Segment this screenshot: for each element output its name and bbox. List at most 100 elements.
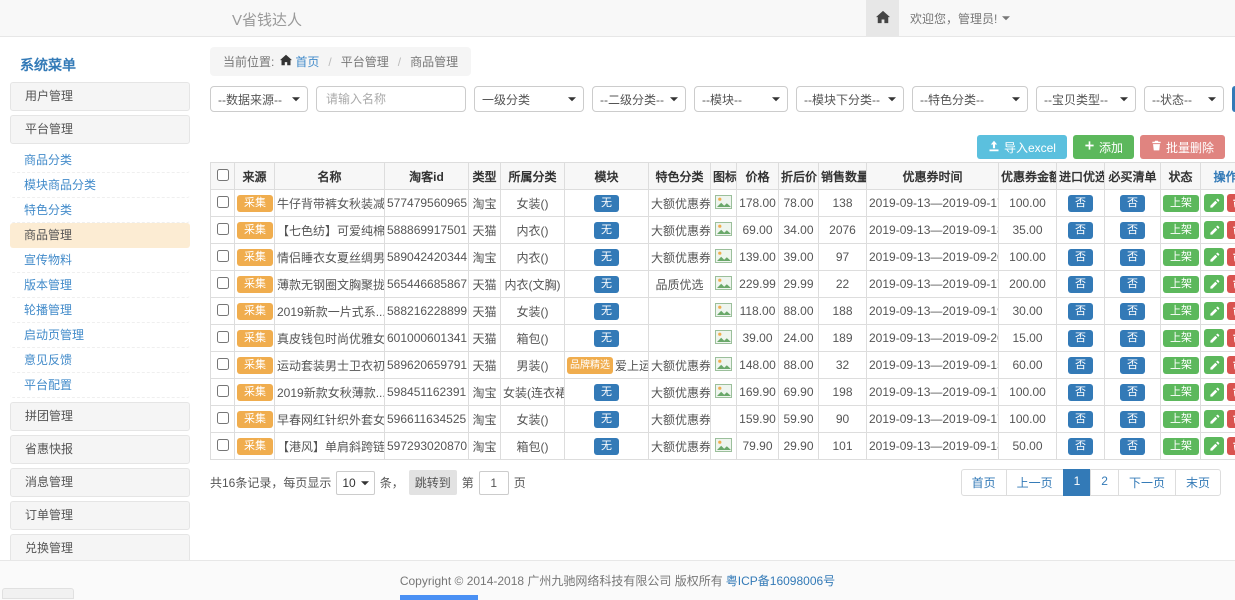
status-badge[interactable]: 上架 (1163, 330, 1199, 347)
must-buy-toggle[interactable]: 否 (1120, 330, 1145, 347)
status-badge[interactable]: 上架 (1163, 411, 1199, 428)
page-button-上一页[interactable]: 上一页 (1006, 469, 1064, 496)
edit-button[interactable] (1204, 221, 1224, 239)
import-select-toggle[interactable]: 否 (1068, 411, 1093, 428)
must-buy-toggle[interactable]: 否 (1120, 438, 1145, 455)
sidebar-item-版本管理[interactable]: 版本管理 (10, 273, 190, 298)
status-badge[interactable]: 上架 (1163, 438, 1199, 455)
module-select[interactable]: --模块-- (694, 86, 788, 112)
status-badge[interactable]: 上架 (1163, 195, 1199, 212)
delete-button[interactable] (1227, 302, 1235, 320)
delete-button[interactable] (1227, 275, 1235, 293)
status-select[interactable]: --状态-- (1144, 86, 1224, 112)
row-checkbox[interactable] (217, 439, 229, 451)
row-checkbox[interactable] (217, 412, 229, 424)
sidebar-item-启动页管理[interactable]: 启动页管理 (10, 323, 190, 348)
row-checkbox[interactable] (217, 250, 229, 262)
must-buy-toggle[interactable]: 否 (1120, 276, 1145, 293)
sidebar-item-平台管理[interactable]: 平台管理 (10, 115, 190, 144)
module-subcategory-select[interactable]: --模块下分类-- (796, 86, 904, 112)
must-buy-toggle[interactable]: 否 (1120, 384, 1145, 401)
import-select-toggle[interactable]: 否 (1068, 330, 1093, 347)
edit-button[interactable] (1204, 248, 1224, 266)
page-button-下一页[interactable]: 下一页 (1118, 469, 1176, 496)
must-buy-toggle[interactable]: 否 (1120, 357, 1145, 374)
status-badge[interactable]: 上架 (1163, 222, 1199, 239)
delete-button[interactable] (1227, 194, 1235, 212)
sidebar-item-宣传物料[interactable]: 宣传物料 (10, 248, 190, 273)
page-button-2[interactable]: 2 (1090, 469, 1119, 496)
status-badge[interactable]: 上架 (1163, 303, 1199, 320)
delete-button[interactable] (1227, 329, 1235, 347)
edit-button[interactable] (1204, 383, 1224, 401)
delete-button[interactable] (1227, 356, 1235, 374)
data-source-select[interactable]: --数据来源-- (210, 86, 308, 112)
add-button[interactable]: 添加 (1073, 135, 1134, 159)
batch-delete-button[interactable]: 批量删除 (1140, 135, 1225, 159)
icp-link[interactable]: 粤ICP备16098006号 (726, 572, 835, 589)
select-all-checkbox[interactable] (217, 169, 229, 181)
import-select-toggle[interactable]: 否 (1068, 276, 1093, 293)
sidebar-item-轮播管理[interactable]: 轮播管理 (10, 298, 190, 323)
import-select-toggle[interactable]: 否 (1068, 303, 1093, 320)
import-select-toggle[interactable]: 否 (1068, 222, 1093, 239)
page-button-末页[interactable]: 末页 (1175, 469, 1221, 496)
user-menu[interactable]: 欢迎您，管理员! (910, 0, 1010, 36)
page-number-input[interactable] (479, 471, 509, 495)
sidebar-item-省惠快报[interactable]: 省惠快报 (10, 435, 190, 464)
level2-category-select[interactable]: --二级分类-- (592, 86, 686, 112)
edit-button[interactable] (1204, 275, 1224, 293)
import-select-toggle[interactable]: 否 (1068, 195, 1093, 212)
edit-button[interactable] (1204, 356, 1224, 374)
status-badge[interactable]: 上架 (1163, 357, 1199, 374)
level1-category-select[interactable]: 一级分类 (474, 86, 584, 112)
import-excel-button[interactable]: 导入excel (977, 135, 1067, 159)
breadcrumb-home-link[interactable]: 首页 (280, 53, 319, 70)
feature-category-select[interactable]: --特色分类-- (912, 86, 1028, 112)
home-shortcut-button[interactable] (866, 0, 899, 36)
page-button-首页[interactable]: 首页 (961, 469, 1007, 496)
per-page-select[interactable]: 10 (336, 471, 374, 495)
sidebar-item-平台配置[interactable]: 平台配置 (10, 373, 190, 398)
import-select-toggle[interactable]: 否 (1068, 438, 1093, 455)
sidebar-item-特色分类[interactable]: 特色分类 (10, 198, 190, 223)
edit-button[interactable] (1204, 302, 1224, 320)
row-checkbox[interactable] (217, 277, 229, 289)
page-button-1[interactable]: 1 (1063, 469, 1092, 496)
delete-button[interactable] (1227, 410, 1235, 428)
must-buy-toggle[interactable]: 否 (1120, 195, 1145, 212)
edit-button[interactable] (1204, 194, 1224, 212)
sidebar-item-订单管理[interactable]: 订单管理 (10, 501, 190, 530)
delete-button[interactable] (1227, 248, 1235, 266)
edit-button[interactable] (1204, 329, 1224, 347)
row-checkbox[interactable] (217, 385, 229, 397)
row-checkbox[interactable] (217, 196, 229, 208)
must-buy-toggle[interactable]: 否 (1120, 222, 1145, 239)
item-type-select[interactable]: --宝贝类型-- (1036, 86, 1136, 112)
import-select-toggle[interactable]: 否 (1068, 249, 1093, 266)
edit-button[interactable] (1204, 437, 1224, 455)
row-checkbox[interactable] (217, 358, 229, 370)
row-checkbox[interactable] (217, 331, 229, 343)
status-badge[interactable]: 上架 (1163, 384, 1199, 401)
sidebar-item-用户管理[interactable]: 用户管理 (10, 82, 190, 111)
sidebar-item-商品分类[interactable]: 商品分类 (10, 148, 190, 173)
delete-button[interactable] (1227, 221, 1235, 239)
name-search-input[interactable] (316, 86, 466, 112)
sidebar-item-模块商品分类[interactable]: 模块商品分类 (10, 173, 190, 198)
sidebar-item-意见反馈[interactable]: 意见反馈 (10, 348, 190, 373)
sidebar-item-兑换管理[interactable]: 兑换管理 (10, 534, 190, 563)
must-buy-toggle[interactable]: 否 (1120, 249, 1145, 266)
import-select-toggle[interactable]: 否 (1068, 357, 1093, 374)
sidebar-item-商品管理[interactable]: 商品管理 (10, 223, 190, 248)
delete-button[interactable] (1227, 437, 1235, 455)
must-buy-toggle[interactable]: 否 (1120, 411, 1145, 428)
row-checkbox[interactable] (217, 304, 229, 316)
delete-button[interactable] (1227, 383, 1235, 401)
sidebar-item-拼团管理[interactable]: 拼团管理 (10, 402, 190, 431)
import-select-toggle[interactable]: 否 (1068, 384, 1093, 401)
row-checkbox[interactable] (217, 223, 229, 235)
sidebar-item-消息管理[interactable]: 消息管理 (10, 468, 190, 497)
jump-button[interactable]: 跳转到 (409, 470, 457, 495)
edit-button[interactable] (1204, 410, 1224, 428)
